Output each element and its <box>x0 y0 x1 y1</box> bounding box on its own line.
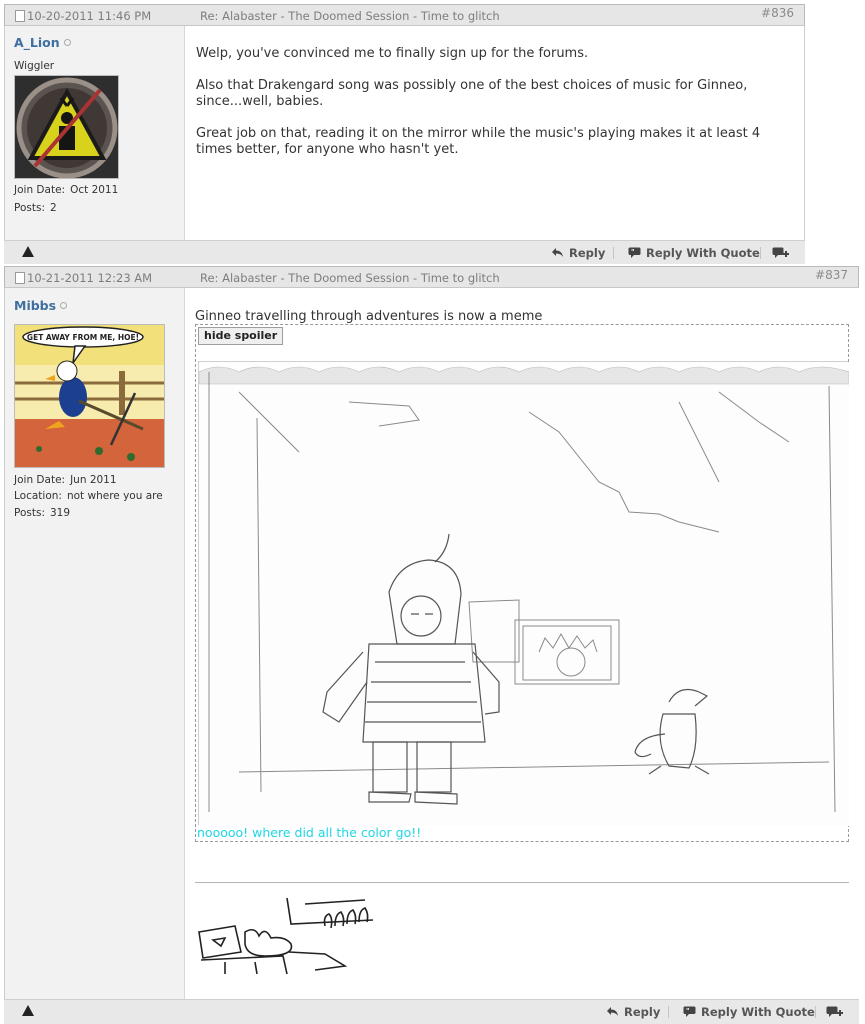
document-icon <box>15 10 25 22</box>
report-post-icon[interactable] <box>22 246 34 257</box>
divider <box>668 1006 669 1018</box>
reply-with-quote-button[interactable]: " Reply With Quote <box>628 246 760 260</box>
post-footer: Reply " Reply With Quote <box>4 240 805 264</box>
reply-with-quote-button[interactable]: " Reply With Quote <box>683 1005 815 1019</box>
reply-button[interactable]: Reply <box>551 246 605 260</box>
message-line: Also that Drakengard song was possibly o… <box>196 78 748 109</box>
offline-status-icon <box>63 39 71 46</box>
post-title: Re: Alabaster - The Doomed Session - Tim… <box>200 271 500 285</box>
post-count: Posts: 2 <box>14 202 57 214</box>
post-content: Welp, you've convinced me to finally sig… <box>185 26 805 240</box>
document-icon <box>15 272 25 284</box>
username-link[interactable]: A_Lion <box>14 35 71 50</box>
sketch-image[interactable] <box>198 361 850 826</box>
post-header: 10-20-2011 11:46 PM Re: Alabaster - The … <box>4 4 805 26</box>
multi-quote-plus-icon <box>826 1006 843 1017</box>
divider <box>613 247 614 259</box>
multi-quote-button[interactable] <box>772 246 794 260</box>
join-date: Join Date: Oct 2011 <box>14 184 119 196</box>
avatar[interactable]: GET AWAY FROM ME, HOE! <box>14 324 165 468</box>
post-title: Re: Alabaster - The Doomed Session - Tim… <box>200 9 500 23</box>
svg-text:": " <box>686 1007 690 1015</box>
avatar-speech-text: GET AWAY FROM ME, HOE! <box>27 333 139 342</box>
pencil-sketch-drawing <box>198 362 850 826</box>
message-line: Welp, you've convinced me to finally sig… <box>196 46 589 61</box>
spoiler-container: hide spoiler nooooo! where did all the c… <box>195 324 850 842</box>
report-post-icon[interactable] <box>22 1005 34 1016</box>
post-count: Posts: 319 <box>14 507 71 519</box>
quote-bubble-icon: " <box>628 247 641 258</box>
reply-button[interactable]: Reply <box>606 1005 660 1019</box>
donald-duck-avatar-image: GET AWAY FROM ME, HOE! <box>15 325 164 467</box>
divider <box>760 247 761 259</box>
post-content: Ginneo travelling through adventures is … <box>185 288 859 999</box>
post-number-link[interactable]: #836 <box>761 6 794 20</box>
user-title: Wiggler <box>14 60 55 72</box>
multi-quote-button[interactable] <box>826 1005 848 1019</box>
multi-quote-plus-icon <box>772 247 789 258</box>
hide-spoiler-button[interactable]: hide spoiler <box>198 327 284 345</box>
kitchen-sketch-drawing <box>195 896 374 976</box>
user-info-panel: A_Lion Wiggler Join Date: Oct 2011 Posts:… <box>4 26 185 240</box>
reply-arrow-icon <box>552 248 563 257</box>
avatar[interactable] <box>14 75 119 179</box>
reply-arrow-icon <box>607 1007 618 1016</box>
message-text: Ginneo travelling through adventures is … <box>195 309 543 324</box>
join-date: Join Date: Jun 2011 <box>14 474 117 486</box>
quote-bubble-icon: " <box>683 1006 696 1017</box>
post-date: 10-20-2011 11:46 PM <box>15 9 151 23</box>
user-info-panel: Mibbs GET AWAY FROM ME, HOE! Join Date: J… <box>4 288 185 999</box>
message-line: Great job on that, reading it on the mir… <box>196 126 761 157</box>
username-link[interactable]: Mibbs <box>14 298 68 313</box>
svg-text:": " <box>631 248 635 256</box>
hazard-avatar-image <box>15 76 118 178</box>
post-header: 10-21-2011 12:23 AM Re: Alabaster - The … <box>4 266 859 288</box>
post-date: 10-21-2011 12:23 AM <box>15 271 152 285</box>
signature-divider <box>195 882 849 883</box>
signature-image[interactable] <box>195 896 374 976</box>
post-number-link[interactable]: #837 <box>815 268 848 282</box>
divider <box>815 1006 816 1018</box>
location: Location: not where you are <box>14 490 163 502</box>
spoiler-caption: nooooo! where did all the color go!! <box>197 825 422 840</box>
post-footer: Reply " Reply With Quote <box>4 999 859 1024</box>
offline-status-icon <box>60 302 68 309</box>
